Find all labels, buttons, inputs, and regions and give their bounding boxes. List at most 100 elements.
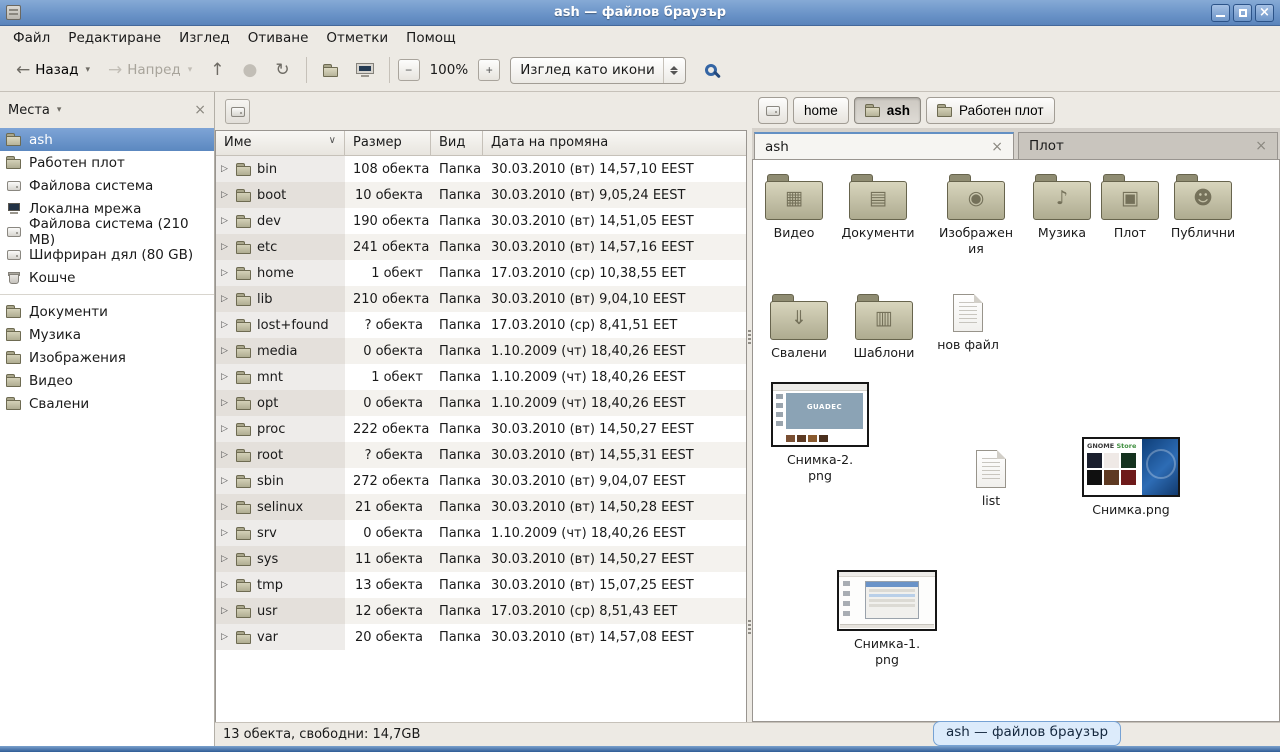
expander-icon[interactable]: ▷ — [221, 346, 231, 356]
file-icon-newfile[interactable]: нов файл — [928, 294, 1008, 353]
expander-icon[interactable]: ▷ — [221, 528, 231, 538]
maximize-button[interactable] — [1233, 4, 1252, 22]
expander-icon[interactable]: ▷ — [221, 502, 231, 512]
reload-button[interactable]: ↻ — [267, 57, 297, 84]
table-row[interactable]: ▷boot10 обектаПапка30.03.2010 (вт) 9,05,… — [216, 182, 746, 208]
zoom-in-button[interactable]: + — [478, 59, 500, 81]
sort-chevron-icon[interactable]: ∨ — [329, 135, 336, 155]
table-row[interactable]: ▷bin108 обектаПапка30.03.2010 (вт) 14,57… — [216, 156, 746, 182]
back-button[interactable]: ←Назад▾ — [8, 57, 98, 84]
menu-item[interactable]: Изглед — [170, 28, 239, 48]
table-row[interactable]: ▷usr12 обектаПапка17.03.2010 (ср) 8,51,4… — [216, 598, 746, 624]
table-row[interactable]: ▷etc241 обектаПапка30.03.2010 (вт) 14,57… — [216, 234, 746, 260]
column-header-name[interactable]: Име∨ — [216, 131, 345, 156]
forward-dropdown-icon[interactable]: ▾ — [188, 65, 193, 75]
taskbar-window-button[interactable]: ash — файлов браузър — [933, 721, 1121, 746]
expander-icon[interactable]: ▷ — [221, 554, 231, 564]
table-row[interactable]: ▷srv0 обектаПапка1.10.2009 (чт) 18,40,26… — [216, 520, 746, 546]
path-button-Работен плот[interactable]: Работен плот — [926, 97, 1055, 124]
computer-button[interactable] — [349, 59, 381, 82]
expander-icon[interactable]: ▷ — [221, 606, 231, 616]
table-row[interactable]: ▷tmp13 обектаПапка30.03.2010 (вт) 15,07,… — [216, 572, 746, 598]
sidebar-item[interactable]: Изображения — [0, 346, 214, 369]
expander-icon[interactable]: ▷ — [221, 242, 231, 252]
home-button[interactable] — [315, 59, 347, 82]
file-icon-plot[interactable]: ▣Плот — [1094, 174, 1166, 241]
table-row[interactable]: ▷lib210 обектаПапка30.03.2010 (вт) 9,04,… — [216, 286, 746, 312]
menu-item[interactable]: Файл — [4, 28, 59, 48]
tab-close-icon[interactable]: × — [991, 139, 1003, 155]
up-button[interactable]: ↑ — [202, 57, 232, 84]
expander-icon[interactable]: ▷ — [221, 268, 231, 278]
menu-item[interactable]: Отметки — [317, 28, 397, 48]
menu-item[interactable]: Редактиране — [59, 28, 170, 48]
column-header-size[interactable]: Размер — [345, 131, 431, 156]
expander-icon[interactable]: ▷ — [221, 372, 231, 382]
file-icon-video[interactable]: ▦Видео — [754, 174, 834, 241]
sidebar-dropdown-icon[interactable]: ▾ — [57, 105, 62, 115]
file-icon-down[interactable]: ⇓Свалени — [759, 294, 839, 361]
table-row[interactable]: ▷sbin272 обектаПапка30.03.2010 (вт) 9,04… — [216, 468, 746, 494]
menu-item[interactable]: Помощ — [397, 28, 465, 48]
sidebar-item[interactable]: Файлова система (210 MB) — [0, 220, 214, 243]
column-header-type[interactable]: Вид — [431, 131, 483, 156]
file-icon-public[interactable]: ☻Публични — [1159, 174, 1247, 241]
back-dropdown-icon[interactable]: ▾ — [85, 65, 90, 75]
file-icon-pics[interactable]: ◉Изображен ия — [930, 174, 1022, 256]
table-row[interactable]: ▷proc222 обектаПапка30.03.2010 (вт) 14,5… — [216, 416, 746, 442]
table-row[interactable]: ▷home1 обектПапка17.03.2010 (ср) 10,38,5… — [216, 260, 746, 286]
close-button[interactable]: × — [1255, 4, 1274, 22]
table-row[interactable]: ▷root? обектаПапка30.03.2010 (вт) 14,55,… — [216, 442, 746, 468]
forward-button[interactable]: →Напред▾ — [100, 57, 200, 84]
table-row[interactable]: ▷opt0 обектаПапка1.10.2009 (чт) 18,40,26… — [216, 390, 746, 416]
view-mode-select[interactable]: Изглед като икони — [510, 57, 686, 84]
root-drive-button[interactable] — [225, 99, 250, 124]
table-row[interactable]: ▷selinux21 обектаПапка30.03.2010 (вт) 14… — [216, 494, 746, 520]
sidebar-close-icon[interactable]: × — [194, 102, 206, 118]
sidebar-item[interactable]: Файлова система — [0, 174, 214, 197]
sidebar-item[interactable]: Видео — [0, 369, 214, 392]
sidebar-item[interactable]: Шифриран дял (80 GB) — [0, 243, 214, 266]
sidebar-title[interactable]: Места — [8, 103, 50, 118]
table-row[interactable]: ▷lost+found? обектаПапка17.03.2010 (ср) … — [216, 312, 746, 338]
tab-close-icon[interactable]: × — [1255, 138, 1267, 154]
sidebar-item[interactable]: Документи — [0, 300, 214, 323]
tab-Плот[interactable]: Плот× — [1018, 132, 1278, 159]
sidebar-item[interactable]: Свалени — [0, 392, 214, 415]
expander-icon[interactable]: ▷ — [221, 450, 231, 460]
file-icon-snimka1[interactable]: Снимка-1. png — [827, 570, 947, 667]
file-icon-templ[interactable]: ▥Шаблони — [844, 294, 924, 361]
file-icon-music[interactable]: ♪Музика — [1022, 174, 1102, 241]
file-icon-list[interactable]: list — [961, 450, 1021, 509]
expander-icon[interactable]: ▷ — [221, 424, 231, 434]
sidebar-item[interactable]: Кошче — [0, 266, 214, 289]
expander-icon[interactable]: ▷ — [221, 632, 231, 642]
file-icon-snimka2[interactable]: GUADECСнимка-2. png — [771, 382, 869, 483]
expander-icon[interactable]: ▷ — [221, 190, 231, 200]
expander-icon[interactable]: ▷ — [221, 216, 231, 226]
expander-icon[interactable]: ▷ — [221, 476, 231, 486]
expander-icon[interactable]: ▷ — [221, 294, 231, 304]
stop-button[interactable]: ● — [235, 57, 266, 84]
minimize-button[interactable] — [1211, 4, 1230, 22]
zoom-out-button[interactable]: − — [398, 59, 420, 81]
path-button[interactable] — [758, 97, 788, 124]
search-button[interactable] — [698, 57, 724, 83]
table-row[interactable]: ▷var20 обектаПапка30.03.2010 (вт) 14,57,… — [216, 624, 746, 650]
sidebar-item[interactable]: ash — [0, 128, 214, 151]
expander-icon[interactable]: ▷ — [221, 164, 231, 174]
menu-item[interactable]: Отиване — [239, 28, 318, 48]
table-row[interactable]: ▷sys11 обектаПапка30.03.2010 (вт) 14,50,… — [216, 546, 746, 572]
expander-icon[interactable]: ▷ — [221, 580, 231, 590]
sidebar-item[interactable]: Музика — [0, 323, 214, 346]
expander-icon[interactable]: ▷ — [221, 320, 231, 330]
table-row[interactable]: ▷dev190 обектаПапка30.03.2010 (вт) 14,51… — [216, 208, 746, 234]
path-button-ash[interactable]: ash — [854, 97, 921, 124]
path-button-home[interactable]: home — [793, 97, 849, 124]
expander-icon[interactable]: ▷ — [221, 398, 231, 408]
table-row[interactable]: ▷media0 обектаПапка1.10.2009 (чт) 18,40,… — [216, 338, 746, 364]
table-row[interactable]: ▷mnt1 обектПапка1.10.2009 (чт) 18,40,26 … — [216, 364, 746, 390]
tab-ash[interactable]: ash× — [754, 132, 1014, 159]
sidebar-item[interactable]: Работен плот — [0, 151, 214, 174]
file-icon-snimka[interactable]: GNOME StoreСнимка.png — [1073, 437, 1189, 518]
